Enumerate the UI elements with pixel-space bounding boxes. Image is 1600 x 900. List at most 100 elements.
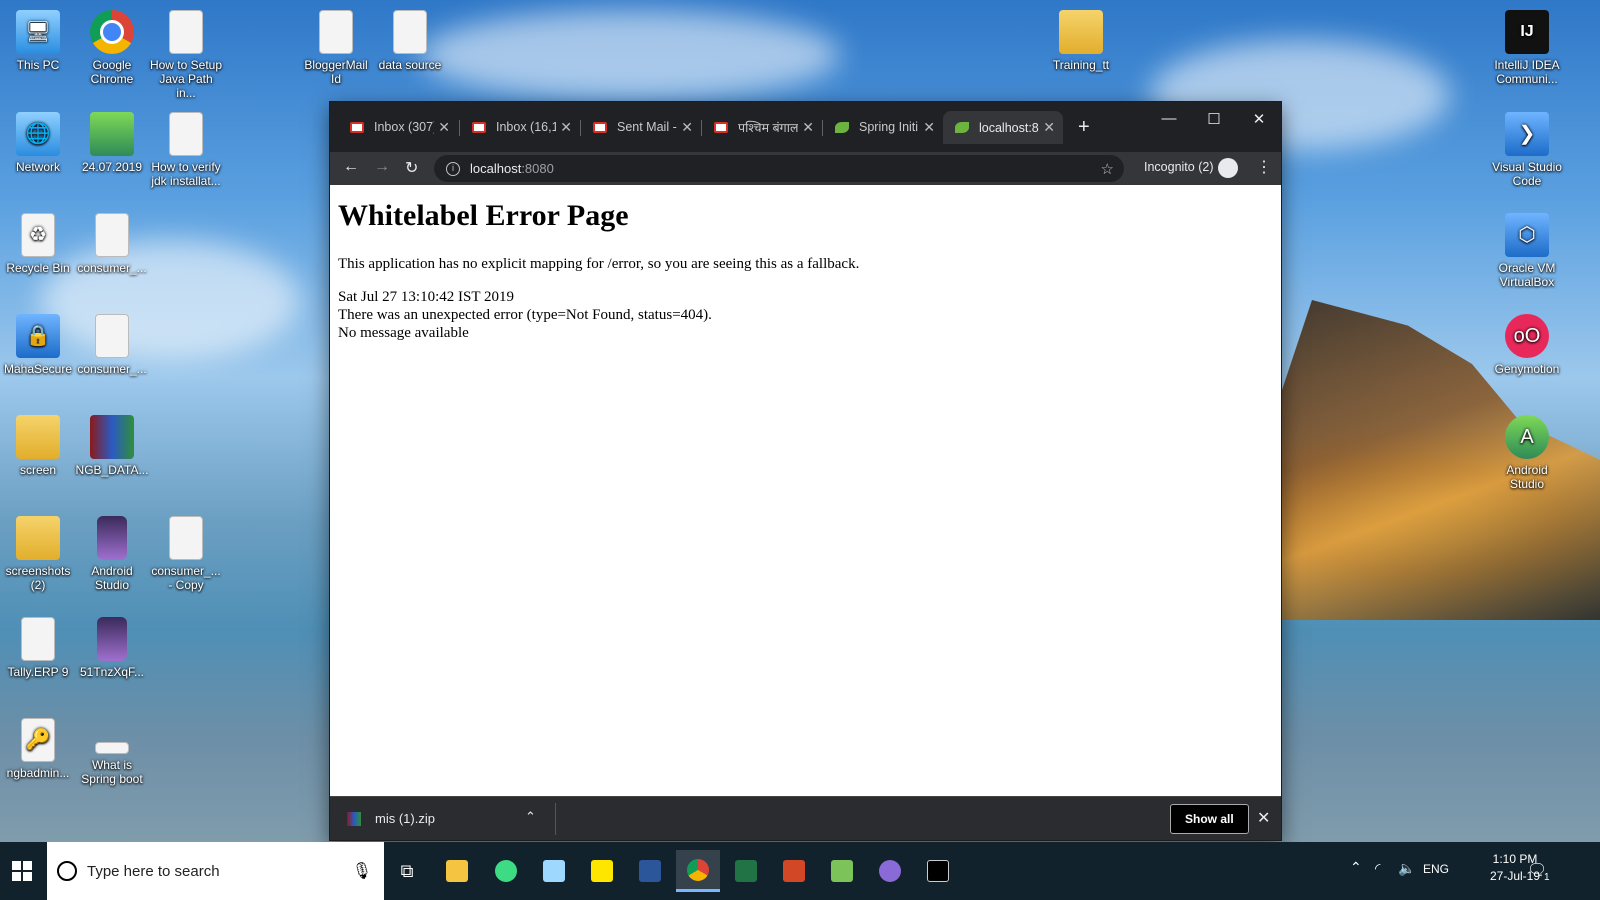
error-description: There was an unexpected error (type=Not … (338, 307, 712, 323)
spreadsheet-icon (90, 112, 134, 156)
reload-icon[interactable]: ↻ (405, 158, 418, 178)
close-icon[interactable]: ✕ (681, 119, 693, 136)
info-icon[interactable]: i (446, 161, 460, 176)
desktop-icon-consumer-2[interactable]: consumer_... (75, 314, 149, 376)
microphone-icon[interactable]: 🎙 (352, 861, 372, 881)
tab-strip: Inbox (307) ✕ Inbox (16,1 ✕ Sent Mail - … (330, 102, 1281, 152)
tab-inbox-307[interactable]: Inbox (307) ✕ (338, 114, 458, 140)
close-icon[interactable]: ✕ (802, 119, 814, 136)
desktop-icon-spreadsheet[interactable]: 24.07.2019 (75, 112, 149, 174)
desktop-icon-ngb-data[interactable]: NGB_DATA... (75, 415, 149, 477)
tab-localhost[interactable]: localhost:8 ✕ (943, 111, 1063, 144)
desktop-icon-consumer-1[interactable]: consumer_... (75, 213, 149, 275)
chrome-icon (90, 10, 134, 54)
desktop-icon-genymotion[interactable]: oO Genymotion (1490, 314, 1564, 376)
desktop-icon-tally[interactable]: Tally.ERP 9 (1, 617, 75, 679)
incognito-label[interactable]: Incognito (2) (1144, 160, 1213, 174)
taskbar-word[interactable] (628, 850, 672, 892)
desktop-icon-this-pc[interactable]: 🖥 This PC (1, 10, 75, 72)
task-view-icon[interactable]: ⧉ (385, 850, 429, 892)
tab-spring-initializr[interactable]: Spring Initi ✕ (823, 114, 943, 140)
desktop-icon-ngbadmin[interactable]: 🔑 ngbadmin... (1, 718, 75, 780)
taskbar-chrome[interactable] (676, 850, 720, 892)
close-icon[interactable]: ✕ (1043, 119, 1055, 136)
taskbar-app-blue[interactable] (532, 850, 576, 892)
desktop-icon-chrome[interactable]: Google Chrome (75, 10, 149, 86)
download-item[interactable]: mis (1).zip (347, 811, 435, 826)
desktop-icon-vscode[interactable]: ❯ Visual Studio Code (1490, 112, 1564, 188)
desktop-icon-intellij[interactable]: IJ IntelliJ IDEA Communi... (1490, 10, 1564, 86)
show-all-button[interactable]: Show all (1170, 804, 1249, 834)
desktop-icon-bloggermail[interactable]: BloggerMail Id (299, 10, 373, 86)
taskbar-spreadsheet[interactable] (820, 850, 864, 892)
spring-icon (835, 121, 849, 133)
gmail-icon (714, 121, 728, 133)
folder-icon (16, 415, 60, 459)
window-close-button[interactable]: ✕ (1249, 110, 1269, 128)
gmail-icon (472, 121, 486, 133)
minimize-button[interactable]: — (1159, 110, 1179, 127)
text-file-icon (319, 10, 353, 54)
folder-icon (16, 516, 60, 560)
taskbar-terminal[interactable] (916, 850, 960, 892)
error-message: No message available (338, 325, 469, 341)
tab-sent-mail[interactable]: Sent Mail - ✕ (581, 114, 701, 140)
close-icon[interactable]: ✕ (438, 119, 450, 136)
winrar-icon (90, 415, 134, 459)
wifi-icon[interactable]: ◜ (1375, 860, 1380, 877)
windows-start-icon[interactable] (12, 861, 32, 881)
tab-inbox-16[interactable]: Inbox (16,1 ✕ (460, 114, 580, 140)
taskbar: Type here to search 🎙 ⧉ ⌃ ◜ 🔈 ENG 1:10 P… (0, 842, 1600, 900)
menu-dots-icon[interactable]: ⋮ (1256, 157, 1272, 177)
browser-toolbar: ← → ↻ i localhost:8080 ☆ Incognito (2) ⋮ (330, 152, 1281, 185)
download-bar: mis (1).zip ⌃ Show all ✕ (330, 796, 1281, 840)
lock-icon: 🔒 (16, 314, 60, 358)
bookmark-star-icon[interactable]: ☆ (1101, 160, 1114, 178)
desktop-icon-consumer-copy[interactable]: consumer_... - Copy (149, 516, 223, 592)
desktop-icon-network[interactable]: 🌐 Network (1, 112, 75, 174)
chevron-up-icon[interactable]: ⌃ (525, 809, 536, 825)
desktop-icon-51tnz[interactable]: 51TnzXqF... (75, 617, 149, 679)
desktop-icon-verify-jdk[interactable]: How to verify jdk installat... (149, 112, 223, 188)
desktop-icon-spring-boot[interactable]: What is Spring boot (75, 718, 149, 786)
close-icon[interactable]: ✕ (560, 119, 572, 136)
page-content: Whitelabel Error Page This application h… (330, 185, 1281, 350)
text-file-icon (95, 213, 129, 257)
close-download-bar-icon[interactable]: ✕ (1257, 808, 1270, 828)
desktop-icon-mahasecure[interactable]: 🔒 MahaSecure (1, 314, 75, 376)
desktop-icon-android-image[interactable]: Android Studio (75, 516, 149, 592)
address-bar[interactable]: i localhost:8080 ☆ (434, 155, 1124, 182)
forward-arrow-icon[interactable]: → (374, 158, 390, 176)
phone-image-icon (97, 516, 127, 560)
file-explorer-icon (446, 860, 468, 882)
incognito-icon[interactable] (1218, 158, 1238, 178)
maximize-button[interactable]: ☐ (1204, 110, 1224, 128)
taskbar-eclipse[interactable] (868, 850, 912, 892)
android-studio-icon: A (1505, 415, 1549, 459)
new-tab-button[interactable]: + (1078, 116, 1090, 139)
phone-image-icon (97, 617, 127, 661)
chevron-up-icon[interactable]: ⌃ (1350, 859, 1362, 876)
taskbar-file-explorer[interactable] (435, 850, 479, 892)
taskbar-android-studio[interactable] (484, 850, 528, 892)
language-indicator[interactable]: ENG (1423, 862, 1449, 876)
desktop-icon-java-path[interactable]: How to Setup Java Path in... (149, 10, 223, 100)
error-timestamp: Sat Jul 27 13:10:42 IST 2019 (338, 289, 514, 305)
desktop-icon-data-source[interactable]: data source (373, 10, 447, 72)
desktop-icon-recycle-bin[interactable]: ♻ Recycle Bin (1, 213, 75, 275)
text-file-icon (169, 516, 203, 560)
back-arrow-icon[interactable]: ← (343, 158, 359, 176)
desktop-icon-virtualbox[interactable]: ⬡ Oracle VM VirtualBox (1490, 213, 1564, 289)
desktop-icon-training[interactable]: Training_tt (1044, 10, 1118, 72)
desktop-icon-screen[interactable]: screen (1, 415, 75, 477)
taskbar-search[interactable]: Type here to search 🎙 (47, 842, 384, 900)
taskbar-excel[interactable] (724, 850, 768, 892)
taskbar-sticky-notes[interactable] (580, 850, 624, 892)
download-filename: mis (1).zip (375, 811, 435, 826)
close-icon[interactable]: ✕ (923, 119, 935, 136)
taskbar-powerpoint[interactable] (772, 850, 816, 892)
volume-icon[interactable]: 🔈 (1398, 860, 1415, 877)
tab-bengali[interactable]: पश्चिम बंगाल ✕ (702, 114, 822, 140)
desktop-icon-android-studio[interactable]: A Android Studio (1490, 415, 1564, 491)
desktop-icon-screenshots[interactable]: screenshots (2) (1, 516, 75, 592)
